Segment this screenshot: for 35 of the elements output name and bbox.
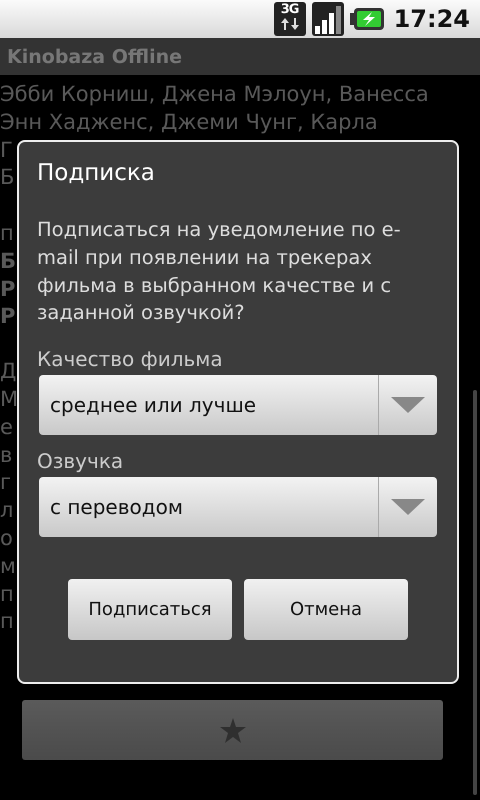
- description-text: Б: [0, 164, 14, 192]
- description-text: Д: [0, 358, 16, 386]
- description-text: Г: [0, 136, 13, 164]
- description-text: в: [0, 442, 12, 469]
- cancel-button[interactable]: Отмена: [244, 579, 408, 640]
- dialog-message: Подписаться на уведомление по e-mail при появлении на трекерах фильма в выбранном качестве и с заданной озвучкой?: [37, 217, 402, 326]
- description-text: Эбби Корниш, Джена Мэлоун, Ванесса: [0, 81, 429, 108]
- description-text: М: [0, 386, 18, 413]
- dropdown-arrow-icon: [391, 499, 425, 516]
- dropdown-arrow-icon: [391, 397, 425, 414]
- dialog-title: Подписка: [37, 160, 155, 186]
- app-title: Kinobaza Offline: [7, 46, 182, 68]
- description-text: о: [0, 524, 13, 552]
- favorite-button[interactable]: [22, 700, 443, 760]
- clock: 17:24: [394, 5, 470, 33]
- description-text: е: [0, 414, 13, 441]
- description-text: м: [0, 552, 16, 580]
- dropdown[interactable]: среднее или лучше: [39, 375, 437, 436]
- star-icon: [220, 718, 246, 742]
- description-text: Р: [0, 303, 16, 330]
- description-text: Р: [0, 276, 16, 303]
- description-text: Б: [0, 248, 16, 275]
- field-label: Качество фильма: [37, 347, 223, 372]
- description-text: п: [0, 608, 14, 636]
- signal-icon: [312, 2, 344, 36]
- subscribe-button[interactable]: Подписаться: [68, 579, 232, 640]
- description-text: п: [0, 220, 14, 247]
- dropdown[interactable]: с переводом: [39, 477, 437, 538]
- description-text: Энн Хадженс, Джеми Чунг, Карла: [0, 108, 378, 136]
- network-indicator: 3G: [274, 2, 306, 36]
- description-text: п: [0, 580, 14, 608]
- description-text: л: [0, 497, 14, 524]
- battery-charging-icon: [350, 7, 384, 31]
- field-label: Озвучка: [37, 449, 124, 474]
- description-text: г: [0, 469, 12, 496]
